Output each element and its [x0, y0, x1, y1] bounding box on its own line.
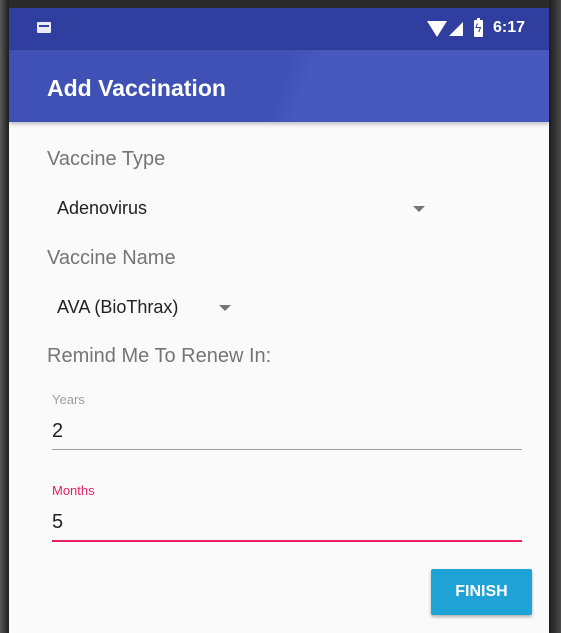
battery-charging-icon: [474, 18, 483, 37]
wifi-icon: [427, 21, 447, 37]
app-bar: Add Vaccination: [9, 50, 549, 122]
months-input[interactable]: 5: [52, 511, 63, 534]
device-bezel-right: [549, 0, 561, 633]
vaccine-type-value: Adenovirus: [57, 198, 148, 218]
years-underline: [52, 449, 522, 450]
months-label: Months: [52, 483, 95, 498]
dropdown-arrow-icon: [219, 305, 231, 311]
remind-label: Remind Me To Renew In:: [47, 345, 272, 367]
vaccine-type-label: Vaccine Type: [47, 148, 166, 170]
screen: 6:17 Add Vaccination Vaccine Type Adenov…: [9, 8, 549, 633]
signal-icon: [449, 22, 463, 36]
years-input[interactable]: 2: [52, 420, 63, 443]
notification-icon: [37, 22, 51, 33]
status-bar: 6:17: [9, 8, 549, 50]
years-field[interactable]: Years 2: [52, 388, 522, 456]
vaccine-name-label: Vaccine Name: [47, 247, 176, 269]
years-label: Years: [52, 392, 85, 407]
vaccine-name-value: AVA (BioThrax): [57, 297, 179, 317]
months-field[interactable]: Months 5: [52, 479, 522, 547]
status-time: 6:17: [493, 19, 526, 36]
finish-button[interactable]: FINISH: [431, 569, 532, 615]
months-underline: [52, 540, 522, 542]
dropdown-arrow-icon: [413, 206, 425, 212]
vaccine-name-spinner[interactable]: AVA (BioThrax): [47, 287, 247, 327]
device-bezel-left: [0, 0, 9, 633]
page-title: Add Vaccination: [47, 75, 226, 101]
vaccine-type-spinner[interactable]: Adenovirus: [47, 188, 427, 228]
device-bezel-top: [0, 0, 561, 8]
